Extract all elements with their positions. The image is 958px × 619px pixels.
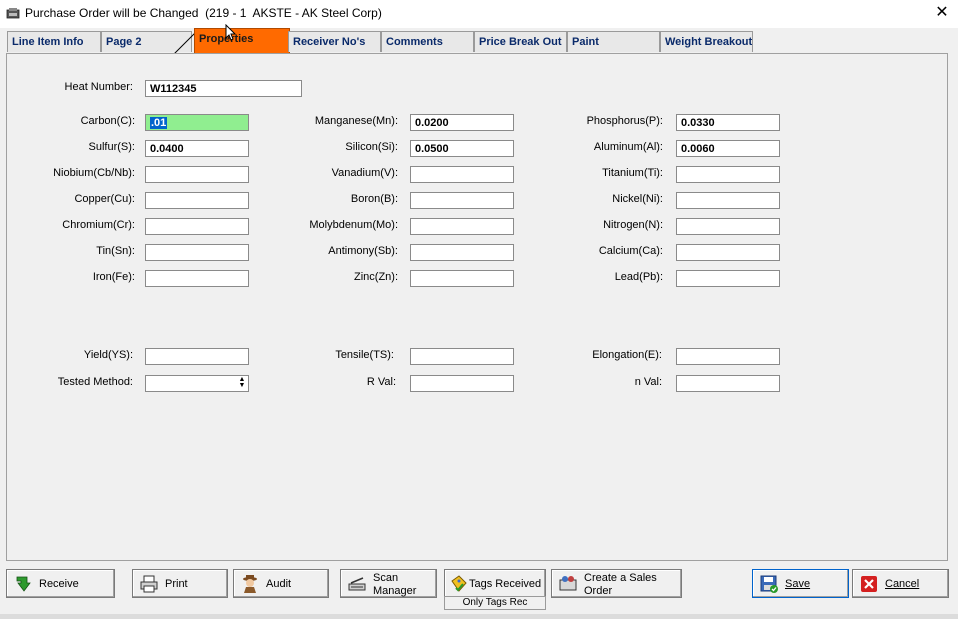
antimony-label: Antimony(Sb):	[328, 245, 398, 257]
boron-label: Boron(B):	[350, 193, 398, 205]
r-val-field[interactable]	[410, 375, 514, 392]
n-val-field[interactable]	[676, 375, 780, 392]
silicon-field[interactable]: 0.0500	[410, 140, 514, 157]
copper-field[interactable]	[145, 192, 249, 209]
aluminum-field[interactable]: 0.0060	[676, 140, 780, 157]
save-button[interactable]: Save	[752, 569, 849, 598]
tab-weight-breakout[interactable]: Weight Breakout	[660, 31, 753, 52]
save-button-label: Save	[785, 578, 811, 590]
carbon-field[interactable]: .01	[145, 114, 249, 131]
tin-label: Tin(Sn):	[96, 245, 135, 257]
window-title: Purchase Order will be Changed (219 - 1 …	[25, 6, 382, 20]
tab-line-item-info[interactable]: Line Item Info	[7, 31, 101, 52]
iron-field[interactable]	[145, 270, 249, 287]
close-icon[interactable]: ✕	[932, 3, 952, 23]
app-icon	[6, 8, 20, 19]
aluminum-label: Aluminum(Al):	[593, 141, 663, 153]
auditor-icon	[243, 575, 257, 593]
receive-button-label: Receive	[39, 578, 79, 590]
antimony-field[interactable]	[410, 244, 514, 261]
floppy-disk-icon	[760, 575, 778, 593]
printer-icon	[140, 575, 158, 593]
titanium-field[interactable]	[676, 166, 780, 183]
niobium-field[interactable]	[145, 166, 249, 183]
boron-field[interactable]	[410, 192, 514, 209]
audit-button[interactable]: Audit	[233, 569, 329, 598]
manganese-field[interactable]: 0.0200	[410, 114, 514, 131]
tested-method-spinner[interactable]: ▲ ▼	[145, 375, 249, 392]
audit-button-label: Audit	[266, 578, 292, 590]
elongation-label: Elongation(E):	[592, 349, 662, 361]
scan-manager-label: Scan Manager	[373, 572, 417, 597]
elongation-field[interactable]	[676, 348, 780, 365]
heat-number-field[interactable]: W112345	[145, 80, 302, 97]
nitrogen-label: Nitrogen(N):	[603, 219, 663, 231]
tag-icon	[451, 575, 467, 592]
scan-manager-button[interactable]: Scan Manager	[340, 569, 437, 598]
sales-order-icon	[559, 576, 577, 591]
tags-received-label: Tags Received	[469, 578, 542, 590]
tin-field[interactable]	[145, 244, 249, 261]
tensile-label: Tensile(TS):	[335, 349, 394, 361]
iron-label: Iron(Fe):	[92, 271, 135, 283]
cancel-button-label: Cancel	[885, 578, 920, 590]
create-sales-order-button[interactable]: Create a Sales Order	[551, 569, 682, 598]
r-val-label: R Val:	[366, 376, 396, 388]
silicon-label: Silicon(Si):	[345, 141, 398, 153]
calcium-field[interactable]	[676, 244, 780, 261]
copper-label: Copper(Cu):	[74, 193, 135, 205]
sulfur-label: Sulfur(S):	[88, 141, 135, 153]
yield-field[interactable]	[145, 348, 249, 365]
niobium-label: Niobium(Cb/Nb):	[53, 167, 135, 179]
tab-receiver-nos[interactable]: Receiver No's	[288, 31, 381, 52]
tab-paint[interactable]: Paint	[567, 31, 660, 52]
print-button[interactable]: Print	[132, 569, 228, 598]
zinc-label: Zinc(Zn):	[354, 271, 398, 283]
zinc-field[interactable]	[410, 270, 514, 287]
yield-label: Yield(YS):	[83, 349, 133, 361]
n-val-label: n Val:	[634, 376, 662, 388]
mouse-cursor-icon	[225, 24, 237, 41]
phosphorus-field[interactable]: 0.0330	[676, 114, 780, 131]
nickel-label: Nickel(Ni):	[612, 193, 663, 205]
tab-properties[interactable]: Properties	[194, 28, 290, 56]
title-bar: Purchase Order will be Changed (219 - 1 …	[0, 0, 958, 28]
print-button-label: Print	[165, 578, 188, 590]
titanium-label: Titanium(Ti):	[602, 167, 663, 179]
phosphorus-label: Phosphorus(P):	[586, 115, 663, 127]
only-tags-rec-button[interactable]: Only Tags Rec	[444, 596, 546, 610]
lead-label: Lead(Pb):	[614, 271, 663, 283]
vanadium-field[interactable]	[410, 166, 514, 183]
green-arrow-icon	[16, 576, 31, 592]
lead-field[interactable]	[676, 270, 780, 287]
chromium-label: Chromium(Cr):	[62, 219, 135, 231]
tested-method-label: Tested Method:	[57, 376, 133, 388]
spinner-arrows-icon[interactable]: ▲ ▼	[237, 376, 247, 390]
nickel-field[interactable]	[676, 192, 780, 209]
scanner-icon	[348, 577, 366, 591]
manganese-label: Manganese(Mn):	[314, 115, 398, 127]
vanadium-label: Vanadium(V):	[331, 167, 398, 179]
red-x-icon	[861, 576, 877, 592]
carbon-value: .01	[150, 117, 168, 129]
cancel-button[interactable]: Cancel	[852, 569, 949, 598]
tags-received-button[interactable]: Tags Received	[444, 569, 546, 598]
sulfur-field[interactable]: 0.0400	[145, 140, 249, 157]
calcium-label: Calcium(Ca):	[598, 245, 663, 257]
tensile-field[interactable]	[410, 348, 514, 365]
heat-number-label: Heat Number:	[64, 81, 133, 93]
receive-button[interactable]: Receive	[6, 569, 115, 598]
chromium-field[interactable]	[145, 218, 249, 235]
molybdenum-field[interactable]	[410, 218, 514, 235]
tab-comments[interactable]: Comments	[381, 31, 474, 52]
tab-price-break-out[interactable]: Price Break Out	[474, 31, 567, 52]
window-bottom-edge	[0, 614, 958, 619]
nitrogen-field[interactable]	[676, 218, 780, 235]
molybdenum-label: Molybdenum(Mo):	[309, 219, 398, 231]
create-sales-order-label: Create a Sales Order	[584, 572, 657, 597]
carbon-label: Carbon(C):	[80, 115, 135, 127]
